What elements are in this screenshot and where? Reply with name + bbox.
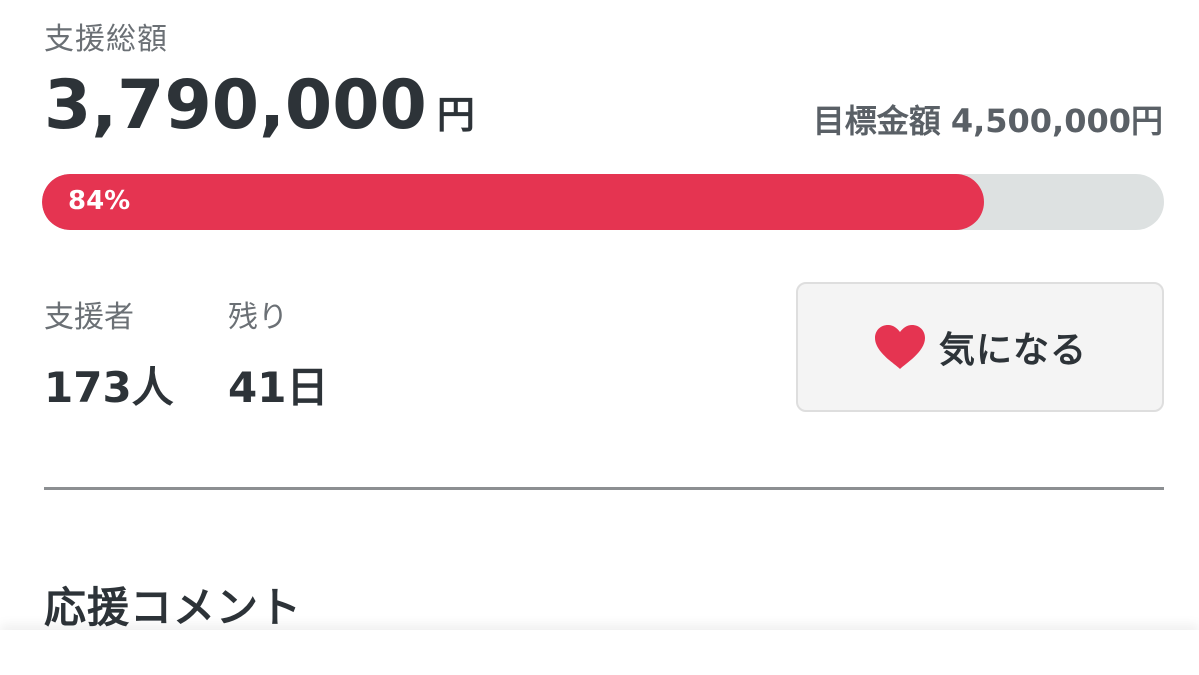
total-amount-label: 支援総額 xyxy=(44,22,168,57)
goal-amount: 目標金額 4,500,000円 xyxy=(813,96,1163,142)
comments-section-title: 応援コメント xyxy=(44,583,303,632)
total-amount: 3,790,000 円 xyxy=(44,66,475,145)
funding-progress-fill xyxy=(42,174,985,230)
backers-label: 支援者 xyxy=(44,300,134,335)
section-divider xyxy=(44,487,1164,490)
bottom-fade-overlay xyxy=(0,630,1199,675)
favorite-button[interactable]: 気になる xyxy=(796,282,1164,412)
backers-stat: 支援者 173人 xyxy=(44,292,174,415)
funding-summary-panel: 支援総額 3,790,000 円 目標金額 4,500,000円 84% 支援者 … xyxy=(0,0,1199,675)
funding-progress-percent: 84% xyxy=(68,186,131,216)
goal-amount-label: 目標金額 xyxy=(812,102,941,140)
favorite-button-label: 気になる xyxy=(938,330,1087,371)
funding-progress-bar: 84% xyxy=(42,174,1164,230)
goal-amount-value: 4,500,000円 xyxy=(950,102,1163,140)
backers-count: 173人 xyxy=(44,363,174,412)
total-amount-unit: 円 xyxy=(436,93,475,137)
heart-icon xyxy=(874,325,925,369)
remaining-days-label: 残り xyxy=(228,300,288,335)
remaining-days-value: 41日 xyxy=(228,363,329,412)
remaining-days-stat: 残り 41日 xyxy=(228,292,328,415)
total-amount-value: 3,790,000 xyxy=(44,66,427,145)
